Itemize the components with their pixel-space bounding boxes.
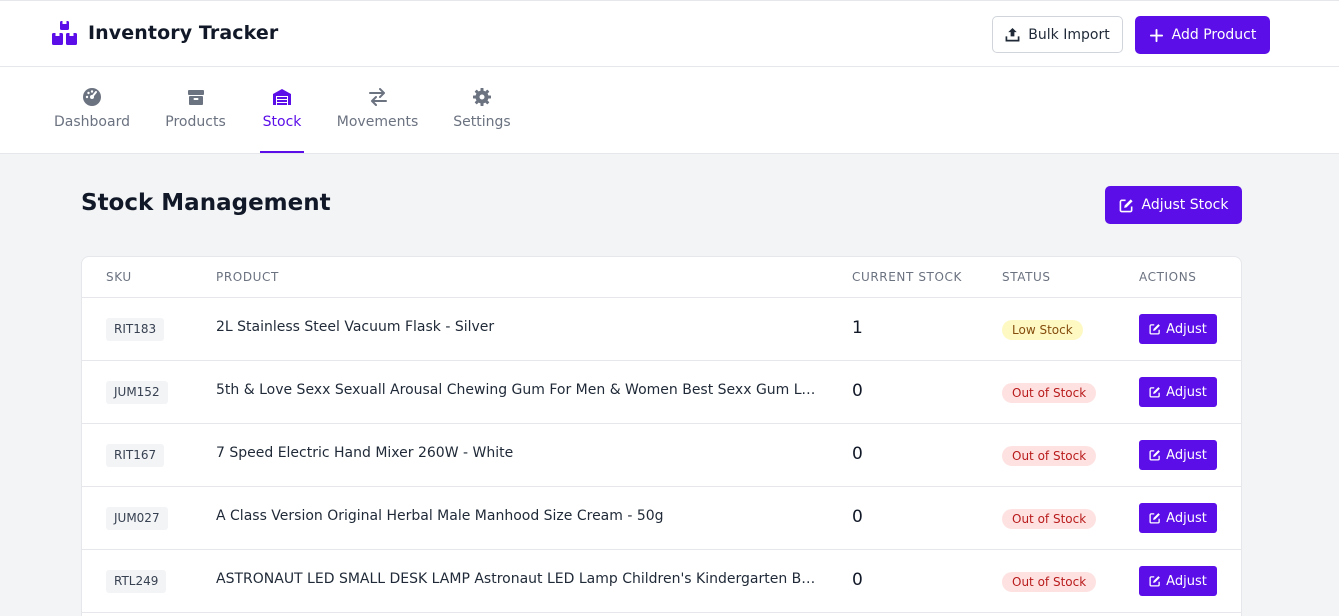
- column-header-product: PRODUCT: [216, 270, 279, 284]
- edit-icon: [1119, 198, 1133, 212]
- adjust-stock-label: Adjust Stock: [1141, 197, 1229, 213]
- product-name-cell: ASTRONAUT LED SMALL DESK LAMP Astronaut …: [216, 571, 816, 587]
- product-name-cell: 7 Speed Electric Hand Mixer 260W - White: [216, 445, 514, 461]
- box-icon: [187, 90, 204, 105]
- main-nav: Dashboard Products Stock Movements Setti…: [0, 67, 1339, 154]
- sku-cell: RIT183: [106, 318, 165, 341]
- adjust-row-button[interactable]: Adjust: [1139, 566, 1217, 596]
- edit-icon: [1149, 387, 1161, 398]
- table-row: JUM027 A Class Version Original Herbal M…: [82, 487, 1241, 550]
- edit-icon: [1149, 513, 1161, 524]
- current-stock-cell: 0: [852, 381, 863, 401]
- current-stock-cell: 0: [852, 507, 863, 527]
- column-header-sku: SKU: [106, 270, 132, 284]
- bulk-import-label: Bulk Import: [1028, 26, 1110, 43]
- table-row: JUM152 5th & Love Sexx Sexuall Arousal C…: [82, 361, 1241, 424]
- sku-cell: RIT167: [106, 444, 165, 467]
- status-badge: Out of Stock: [1002, 383, 1097, 403]
- gear-icon: [473, 88, 491, 106]
- plus-icon: [1149, 28, 1163, 42]
- tab-movements[interactable]: Movements: [336, 67, 419, 153]
- table-header: SKU PRODUCT CURRENT STOCK STATUS ACTIONS: [82, 257, 1241, 298]
- brand[interactable]: Inventory Tracker: [52, 21, 278, 45]
- tab-settings-label: Settings: [453, 114, 511, 130]
- product-name-cell: 2L Stainless Steel Vacuum Flask - Silver: [216, 319, 495, 335]
- add-product-button[interactable]: Add Product: [1135, 16, 1270, 54]
- edit-icon: [1149, 324, 1161, 335]
- bulk-import-button[interactable]: Bulk Import: [992, 16, 1123, 53]
- warehouse-icon: [273, 89, 291, 105]
- top-bar: Inventory Tracker Bulk Import Add Produc…: [0, 0, 1339, 67]
- column-header-status: STATUS: [1002, 270, 1051, 284]
- tab-stock-label: Stock: [262, 114, 302, 130]
- tab-products[interactable]: Products: [165, 67, 226, 153]
- app-title: Inventory Tracker: [88, 22, 279, 44]
- adjust-row-label: Adjust: [1166, 384, 1207, 400]
- adjust-row-label: Adjust: [1166, 321, 1207, 337]
- adjust-row-button[interactable]: Adjust: [1139, 440, 1217, 470]
- table-row: RTL249 ASTRONAUT LED SMALL DESK LAMP Ast…: [82, 550, 1241, 613]
- table-row: RIT183 2L Stainless Steel Vacuum Flask -…: [82, 298, 1241, 361]
- stock-table: SKU PRODUCT CURRENT STOCK STATUS ACTIONS…: [81, 256, 1242, 616]
- tab-dashboard[interactable]: Dashboard: [54, 67, 130, 153]
- exchange-arrows-icon: [368, 88, 387, 106]
- adjust-row-label: Adjust: [1166, 510, 1207, 526]
- current-stock-cell: 1: [852, 318, 863, 338]
- column-header-current-stock: CURRENT STOCK: [852, 270, 962, 284]
- upload-icon: [1005, 27, 1020, 42]
- edit-icon: [1149, 450, 1161, 461]
- adjust-row-label: Adjust: [1166, 573, 1207, 589]
- tab-stock[interactable]: Stock: [260, 67, 304, 153]
- boxes-logo-icon: [52, 21, 77, 45]
- status-badge: Out of Stock: [1002, 446, 1097, 466]
- sku-cell: RTL249: [106, 570, 167, 593]
- status-badge: Out of Stock: [1002, 509, 1097, 529]
- sku-cell: JUM152: [106, 381, 168, 404]
- tab-settings[interactable]: Settings: [453, 67, 511, 153]
- adjust-row-button[interactable]: Adjust: [1139, 377, 1217, 407]
- current-stock-cell: 0: [852, 570, 863, 590]
- adjust-row-button[interactable]: Adjust: [1139, 503, 1217, 533]
- table-row: RIT167 7 Speed Electric Hand Mixer 260W …: [82, 424, 1241, 487]
- page-title: Stock Management: [81, 190, 331, 216]
- adjust-row-label: Adjust: [1166, 447, 1207, 463]
- tab-products-label: Products: [165, 114, 226, 130]
- adjust-row-button[interactable]: Adjust: [1139, 314, 1217, 344]
- edit-icon: [1149, 576, 1161, 587]
- tab-movements-label: Movements: [336, 114, 419, 130]
- add-product-label: Add Product: [1171, 27, 1257, 43]
- tab-dashboard-label: Dashboard: [54, 114, 130, 130]
- product-name-cell: 5th & Love Sexx Sexuall Arousal Chewing …: [216, 382, 816, 398]
- status-badge: Low Stock: [1002, 320, 1083, 340]
- product-name-cell: A Class Version Original Herbal Male Man…: [216, 508, 664, 524]
- column-header-actions: ACTIONS: [1139, 270, 1197, 284]
- sku-cell: JUM027: [106, 507, 168, 530]
- current-stock-cell: 0: [852, 444, 863, 464]
- status-badge: Out of Stock: [1002, 572, 1097, 592]
- dashboard-gauge-icon: [83, 88, 101, 106]
- adjust-stock-button[interactable]: Adjust Stock: [1105, 186, 1242, 224]
